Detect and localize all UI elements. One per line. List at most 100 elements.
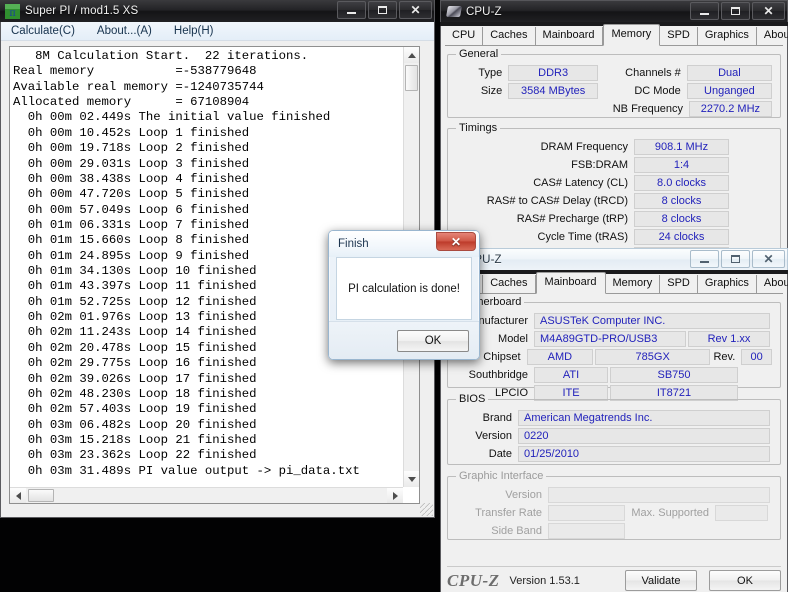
superpi-window-buttons: ✕ xyxy=(335,1,432,20)
cpuz-mainboard-body: CPU Caches Mainboard Memory SPD Graphics… xyxy=(440,272,788,592)
tab-about[interactable]: About xyxy=(757,275,788,293)
tab-spd[interactable]: SPD xyxy=(660,275,698,293)
channels-label: Channels # xyxy=(625,66,681,79)
row-nbfreq: NB Frequency 2270.2 MHz xyxy=(456,100,772,117)
trp-value: 8 clocks xyxy=(634,210,729,227)
row-model: Model M4A89GTD-PRO/USB3 Rev 1.xx xyxy=(456,330,772,347)
row-gi-version: Version xyxy=(456,486,772,503)
finish-dialog-titlebar[interactable]: Finish ✕ xyxy=(329,231,479,257)
row-gi-side-band: Side Band xyxy=(456,522,772,539)
row-trcd: RAS# to CAS# Delay (tRCD) 8 clocks xyxy=(456,192,772,209)
gi-version-value xyxy=(548,486,770,503)
chipset-vendor-value: AMD xyxy=(526,348,594,365)
finish-dialog-message: PI calculation is done! xyxy=(348,282,460,295)
tab-caches[interactable]: Caches xyxy=(483,275,536,293)
scroll-down-arrow-icon[interactable] xyxy=(404,471,419,487)
cpuz-brand-label: CPU-Z xyxy=(447,570,500,590)
cpuz-mainboard-window-buttons: ✕ xyxy=(688,250,785,269)
tab-mainboard[interactable]: Mainboard xyxy=(535,272,606,294)
maximize-button[interactable] xyxy=(368,1,397,19)
motherboard-group: Motherboard Manufacturer ASUSTeK Compute… xyxy=(447,296,781,401)
close-button[interactable]: ✕ xyxy=(752,2,785,20)
row-gi-transfer-rate: Transfer Rate Max. Supported xyxy=(456,504,772,521)
row-bios-date: Date 01/25/2010 xyxy=(456,445,772,462)
row-cas-latency: CAS# Latency (CL) 8.0 clocks xyxy=(456,174,772,191)
chipset-rev-label: Rev. xyxy=(713,350,736,363)
bios-legend: BIOS xyxy=(456,393,489,405)
tab-about[interactable]: About xyxy=(757,27,788,45)
close-icon[interactable]: ✕ xyxy=(436,232,476,251)
bios-date-value: 01/25/2010 xyxy=(518,445,770,462)
tab-graphics[interactable]: Graphics xyxy=(698,275,757,293)
validate-button[interactable]: Validate xyxy=(625,570,697,591)
tras-label: Cycle Time (tRAS) xyxy=(537,230,628,243)
minimize-button[interactable] xyxy=(337,1,366,19)
maximize-button[interactable] xyxy=(721,2,750,20)
cpuz-mainboard-panel: Motherboard Manufacturer ASUSTeK Compute… xyxy=(447,296,781,540)
manufacturer-value: ASUSTeK Computer INC. xyxy=(534,312,770,329)
gi-transfer-rate-label: Transfer Rate xyxy=(475,506,542,519)
size-value: 3584 MBytes xyxy=(508,82,599,99)
chipset-model-value: 785GX xyxy=(595,348,711,365)
cas-latency-value: 8.0 clocks xyxy=(634,174,729,191)
finish-dialog[interactable]: Finish ✕ PI calculation is done! OK xyxy=(328,230,480,360)
scroll-right-arrow-icon[interactable] xyxy=(387,488,403,503)
scroll-up-arrow-icon[interactable] xyxy=(404,47,419,63)
tab-memory[interactable]: Memory xyxy=(602,24,661,46)
finish-dialog-footer: OK xyxy=(329,321,479,359)
row-bios-brand: Brand American Megatrends Inc. xyxy=(456,409,772,426)
finish-dialog-content: PI calculation is done! xyxy=(336,257,472,320)
tab-mainboard[interactable]: Mainboard xyxy=(536,27,603,45)
southbridge-vendor-value: ATI xyxy=(534,366,608,383)
trp-label: RAS# Precharge (tRP) xyxy=(516,212,628,225)
menu-item-help[interactable]: Help(H) xyxy=(172,24,216,38)
horizontal-scroll-thumb[interactable] xyxy=(28,489,54,502)
southbridge-label: Southbridge xyxy=(468,368,528,381)
cpuz-mainboard-tabstrip: CPU Caches Mainboard Memory SPD Graphics… xyxy=(445,272,788,294)
close-button[interactable]: ✕ xyxy=(399,1,432,19)
tab-caches[interactable]: Caches xyxy=(483,27,536,45)
cpuz-mainboard-window[interactable]: CPU-Z ✕ CPU Caches Mainboard Memory SPD … xyxy=(440,248,788,592)
tab-memory[interactable]: Memory xyxy=(606,275,661,293)
cpuz-memory-title: CPU-Z xyxy=(466,5,502,18)
dcmode-label: DC Mode xyxy=(634,84,681,97)
gi-side-band-label: Side Band xyxy=(491,524,542,537)
superpi-titlebar[interactable]: π Super PI / mod1.5 XS ✕ xyxy=(0,0,435,22)
model-revision-value: Rev 1.xx xyxy=(688,330,770,347)
menu-item-about[interactable]: About...(A) xyxy=(95,24,154,38)
cpuz-memory-panel: General Type DDR3 Channels # Dual Size 3… xyxy=(447,48,781,281)
maximize-button[interactable] xyxy=(721,250,750,268)
channels-value: Dual xyxy=(686,64,773,81)
tab-cpu[interactable]: CPU xyxy=(445,27,484,45)
gi-side-band-value xyxy=(548,522,625,539)
scroll-left-arrow-icon[interactable] xyxy=(10,488,26,503)
resize-grip[interactable] xyxy=(420,503,433,516)
type-label: Type xyxy=(478,66,503,79)
cpuz-memory-window[interactable]: CPU-Z ✕ CPU Caches Mainboard Memory SPD … xyxy=(440,0,788,281)
finish-ok-button[interactable]: OK xyxy=(397,329,469,352)
minimize-button[interactable] xyxy=(690,250,719,268)
dram-frequency-value: 908.1 MHz xyxy=(634,138,729,155)
minimize-button[interactable] xyxy=(690,2,719,20)
ok-button[interactable]: OK xyxy=(709,570,781,591)
cpuz-memory-titlebar[interactable]: CPU-Z ✕ xyxy=(440,0,788,22)
superpi-title: Super PI / mod1.5 XS xyxy=(25,5,139,17)
row-trp: RAS# Precharge (tRP) 8 clocks xyxy=(456,210,772,227)
nbfreq-label: NB Frequency xyxy=(612,102,684,115)
vertical-scroll-thumb[interactable] xyxy=(405,65,418,91)
tras-value: 24 clocks xyxy=(634,228,729,245)
cpuz-mainboard-titlebar[interactable]: CPU-Z ✕ xyxy=(440,248,788,270)
gi-version-label: Version xyxy=(505,488,542,501)
dram-frequency-label: DRAM Frequency xyxy=(540,140,628,153)
horizontal-scrollbar[interactable] xyxy=(10,487,403,503)
nbfreq-value: 2270.2 MHz xyxy=(688,100,772,117)
menu-item-calculate[interactable]: Calculate(C) xyxy=(9,24,77,38)
close-button[interactable]: ✕ xyxy=(752,250,785,268)
tab-spd[interactable]: SPD xyxy=(660,27,698,45)
tab-graphics[interactable]: Graphics xyxy=(698,27,757,45)
size-label: Size xyxy=(480,84,503,97)
cpuz-memory-tabstrip: CPU Caches Mainboard Memory SPD Graphics… xyxy=(445,24,788,46)
desktop: π Super PI / mod1.5 XS ✕ Calculate(C) Ab… xyxy=(0,0,788,592)
general-group: General Type DDR3 Channels # Dual Size 3… xyxy=(447,48,781,118)
finish-dialog-title: Finish xyxy=(338,238,369,250)
